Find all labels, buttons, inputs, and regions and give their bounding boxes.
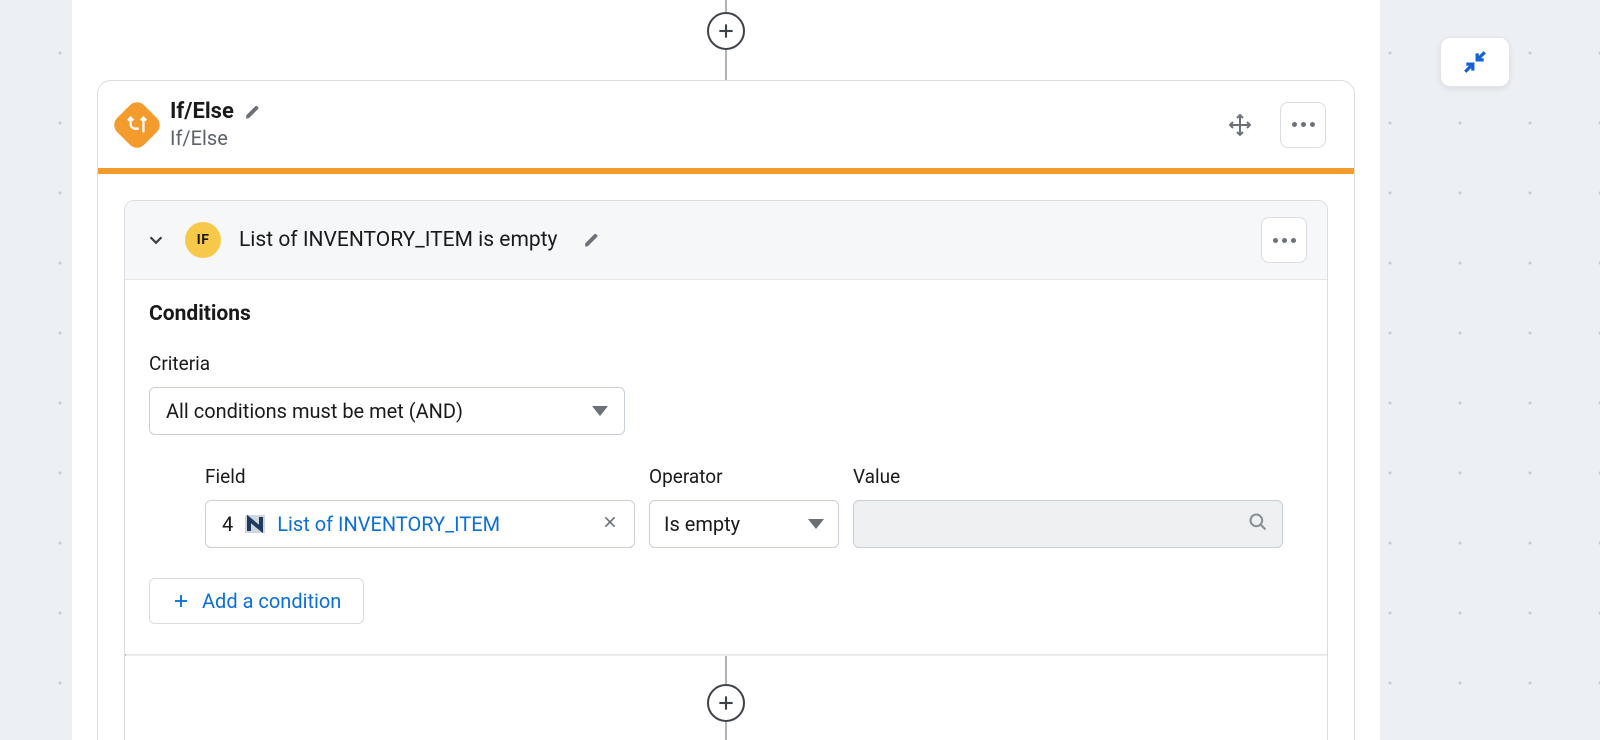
add-step-button-top[interactable] [707, 12, 745, 50]
collapse-branch-icon[interactable] [145, 229, 167, 251]
if-else-icon [110, 98, 164, 152]
card-subtitle: If/Else [170, 126, 262, 150]
more-icon [1292, 122, 1315, 127]
if-badge-label: IF [197, 232, 210, 248]
plus-icon [716, 21, 736, 41]
field-input[interactable]: 4 List of INVENTORY_ITEM [205, 500, 635, 548]
edit-title-icon[interactable] [244, 103, 262, 121]
connector-top [707, 0, 745, 84]
if-branch: IF List of INVENTORY_ITEM is empty Condi… [124, 200, 1328, 740]
value-input[interactable] [853, 500, 1283, 548]
conditions-heading: Conditions [149, 302, 1303, 326]
move-handle-icon[interactable] [1228, 113, 1252, 137]
if-badge: IF [185, 222, 221, 258]
field-link[interactable]: List of INVENTORY_ITEM [277, 512, 500, 536]
connector-line [725, 50, 727, 84]
branch-header: IF List of INVENTORY_ITEM is empty [125, 201, 1327, 280]
criteria-value: All conditions must be met (AND) [166, 399, 463, 423]
datasource-icon [243, 512, 267, 536]
main-panel: If/Else If/Else IF List of INVENTORY_ITE… [72, 0, 1380, 740]
plus-icon [172, 592, 190, 610]
add-step-button-bottom[interactable] [707, 684, 745, 722]
plus-icon [716, 693, 736, 713]
step-number: 4 [222, 512, 233, 536]
connector-line [725, 656, 727, 684]
chevron-down-icon [592, 406, 608, 416]
field-column-label: Field [205, 465, 635, 488]
if-else-card: If/Else If/Else IF List of INVENTORY_ITE… [97, 80, 1355, 740]
card-title: If/Else [170, 99, 234, 124]
criteria-label: Criteria [149, 352, 1303, 375]
card-more-button[interactable] [1280, 102, 1326, 148]
operator-column-label: Operator [649, 465, 839, 488]
branch-more-button[interactable] [1261, 217, 1307, 263]
connector-bottom [125, 656, 1327, 740]
branch-body: Conditions Criteria All conditions must … [125, 280, 1327, 654]
operator-select[interactable]: Is empty [649, 500, 839, 548]
add-condition-label: Add a condition [202, 589, 341, 613]
connector-line [725, 722, 727, 740]
connector-line [725, 0, 727, 12]
more-icon [1273, 238, 1296, 243]
add-condition-button[interactable]: Add a condition [149, 578, 364, 624]
edit-branch-icon[interactable] [583, 231, 601, 249]
chevron-down-icon [808, 519, 824, 529]
card-header: If/Else If/Else [98, 81, 1354, 174]
condition-row: Field 4 List of INVENTORY_ITEM [205, 465, 1303, 548]
collapse-icon [1462, 49, 1488, 75]
clear-field-icon[interactable] [598, 510, 622, 539]
search-icon [1248, 512, 1268, 536]
criteria-select[interactable]: All conditions must be met (AND) [149, 387, 625, 435]
value-column-label: Value [853, 465, 1283, 488]
card-title-block: If/Else If/Else [170, 99, 262, 150]
operator-value: Is empty [664, 512, 740, 536]
collapse-button[interactable] [1440, 37, 1510, 87]
branch-title: List of INVENTORY_ITEM is empty [239, 228, 557, 252]
